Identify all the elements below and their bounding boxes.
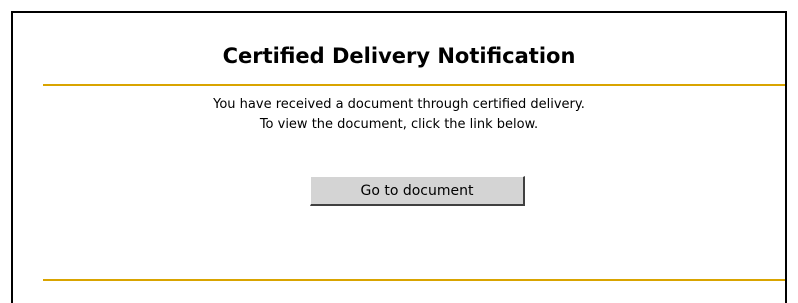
notification-panel: Certified Delivery Notification You have… bbox=[11, 11, 787, 303]
bottom-divider bbox=[43, 279, 785, 281]
message-line-1: You have received a document through cer… bbox=[213, 97, 585, 112]
message-line-2: To view the document, click the link bel… bbox=[259, 117, 539, 132]
top-divider bbox=[43, 84, 785, 86]
go-to-document-button[interactable]: Go to document bbox=[310, 176, 525, 206]
notification-message: You have received a document through cer… bbox=[13, 95, 785, 135]
page-title: Certified Delivery Notification bbox=[222, 44, 576, 68]
